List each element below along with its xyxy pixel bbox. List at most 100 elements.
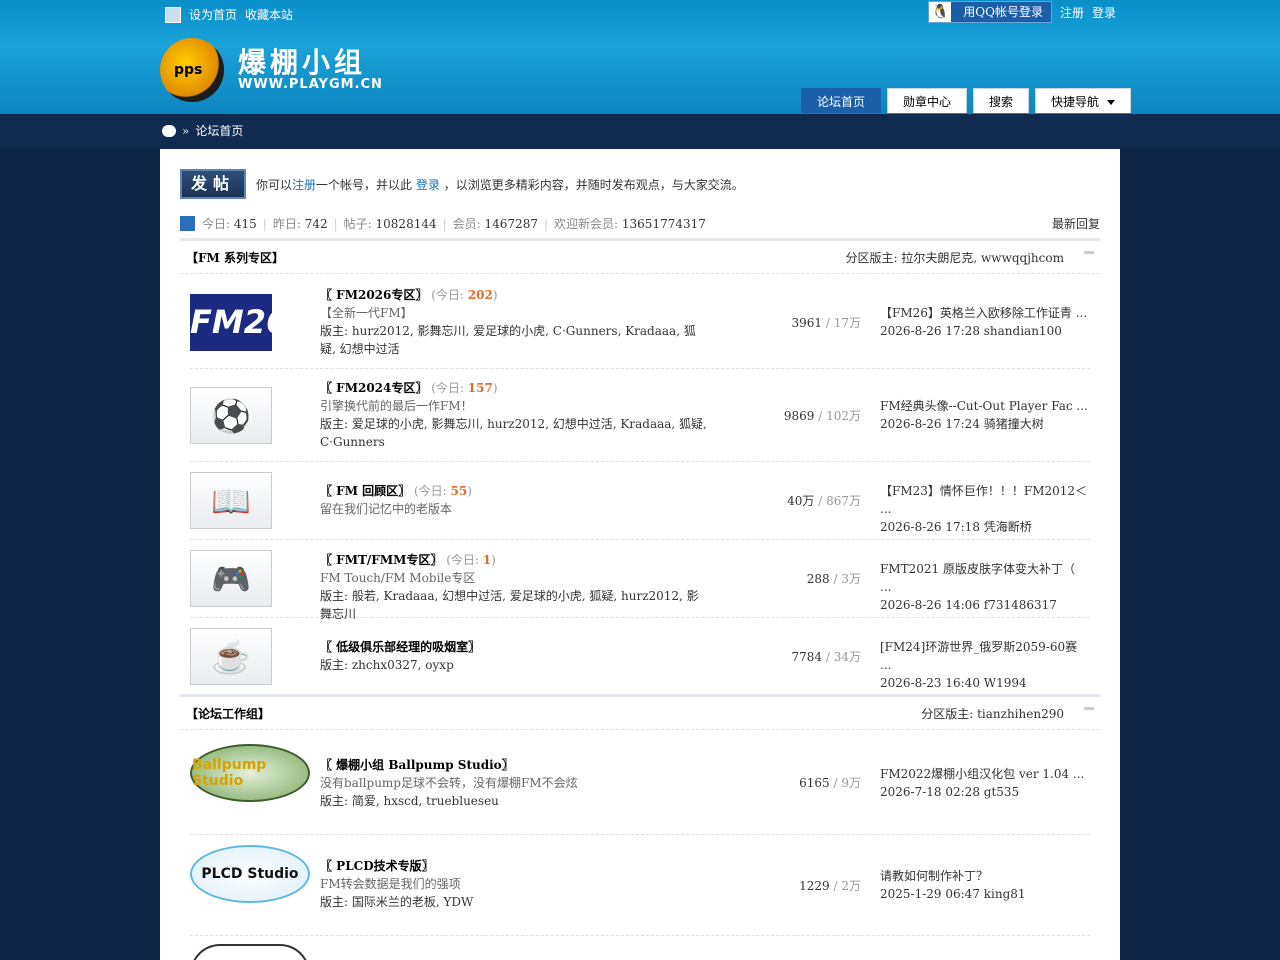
forum-row: 📖 〖 FM 回顾区〗 (今日: 55) 留在我们记忆中的老版本 40万 / 8… (190, 462, 1090, 540)
soccer-ball-icon[interactable]: ⚽ (190, 387, 272, 444)
msg-login-link[interactable]: 登录 (416, 178, 440, 192)
topic-count: 6165 (799, 776, 830, 790)
forum-row: Ballpump Studio 〖 爆棚小组 Ballpump Studio〗 … (190, 734, 1090, 835)
last-post-title[interactable]: FM2022爆棚小组汉化包 ver 1.04 ... (880, 767, 1084, 781)
forum-desc: FM Touch/FM Mobile专区 (320, 571, 476, 585)
latest-reply-link[interactable]: 最新回复 (1052, 215, 1100, 232)
forum-info: 〖 爆棚小组 Ballpump Studio〗 没有ballpump足球不会转，… (320, 756, 710, 810)
breadcrumb-forum-home[interactable]: 论坛首页 (195, 122, 243, 139)
stat-today: 415 (233, 216, 257, 231)
last-post-title[interactable]: FM经典头像--Cut-Out Player Fac ... (880, 399, 1088, 413)
forum-counts: 7784 / 34万 (792, 648, 862, 665)
topic-count: 9869 (783, 409, 815, 423)
forum-name[interactable]: 〖 FM2026专区〗 (320, 288, 427, 302)
stat-yesterday-label: 昨日: (272, 217, 301, 231)
last-post-title[interactable]: 【FM26】英格兰入欧移除工作证青 ... (880, 306, 1087, 320)
forum-counts: 9869 / 102万 (784, 407, 861, 424)
stat-posts: 10828144 (375, 216, 437, 231)
post-total: / 2万 (829, 879, 862, 893)
last-post-title[interactable]: 请教如何制作补丁？ (880, 869, 988, 883)
msg-mid: 一个帐号，并以此 (316, 177, 413, 192)
post-total: / 34万 (822, 650, 861, 664)
forum-mods: 版主: 简爱, hxscd, trueblueseu (320, 794, 499, 808)
nav-tab-forum-home[interactable]: 论坛首页 (801, 88, 882, 114)
topic-count: 1229 (799, 879, 830, 893)
forum-desc: FM转会数据是我们的强项 (320, 877, 461, 891)
book-coffee-icon[interactable]: ☕ (190, 628, 272, 685)
forum-name[interactable]: 〖 FMT/FMM专区〗 (320, 553, 442, 567)
last-post-title[interactable]: FMT2021 原版皮肤字体变大补丁（ ... (880, 562, 1075, 594)
last-post: 【FM26】英格兰入欧移除工作证青 ... 2026-8-26 17:28 sh… (880, 304, 1090, 340)
forum-name[interactable]: 〖 FM 回顾区〗 (320, 484, 410, 498)
today-count: 55 (450, 484, 468, 498)
nav-tab-search[interactable]: 搜索 (973, 88, 1030, 114)
forum-info: 〖 FM2024专区〗 (今日: 157) 引擎换代前的最后一作FM！ 版主: … (320, 379, 710, 451)
forum-counts: 40万 / 867万 (787, 492, 861, 509)
forum-row: FM26 〖 FM2026专区〗 (今日: 202) 【全新一代FM】 版主: … (190, 276, 1090, 369)
set-homepage-link[interactable]: 设为首页 (189, 6, 237, 23)
stat-posts-label: 帖子: (343, 217, 372, 231)
old-book-icon[interactable]: 📖 (190, 472, 272, 529)
last-post: FM2022爆棚小组汉化包 ver 1.04 ... 2026-7-18 02:… (880, 765, 1090, 801)
newest-member-link[interactable]: 13651774317 (622, 217, 706, 231)
home-bubble-icon (162, 124, 176, 137)
forum-counts: 288 / 3万 (807, 570, 861, 587)
qq-login-label: 用QQ帐号登录 (963, 5, 1043, 19)
register-link[interactable]: 注册 (1060, 4, 1084, 21)
forum-row: 🎮 〖 FMT/FMM专区〗 (今日: 1) FM Touch/FM Mobil… (190, 540, 1090, 621)
fm26-logo-icon[interactable]: FM26 (190, 294, 288, 351)
forum-name[interactable]: 〖 爆棚小组 Ballpump Studio〗 (320, 758, 514, 772)
today-count: 1 (482, 553, 492, 567)
main-nav: 论坛首页 勋章中心 搜索 快捷导航 (801, 88, 1132, 114)
topic-count: 3961 (791, 316, 823, 330)
category-title[interactable]: 【FM 系列专区】 (186, 249, 284, 266)
bookmark-link[interactable]: 收藏本站 (245, 6, 293, 23)
gamepad-icon[interactable]: 🎮 (190, 550, 272, 607)
collapse-icon[interactable] (1084, 707, 1094, 710)
login-link[interactable]: 登录 (1092, 4, 1116, 21)
plcd-studio-logo-icon[interactable]: PLCD Studio (190, 845, 310, 903)
forum-desc: 【全新一代FM】 (320, 306, 413, 320)
forum-mods: 版主: 爱足球的小虎, 影舞忘川, hurz2012, 幻想中过活, Krada… (320, 417, 707, 449)
forum-mods: 版主: hurz2012, 影舞忘川, 爱足球的小虎, C·Gunners, K… (320, 324, 696, 356)
nav-tab-quick-nav[interactable]: 快捷导航 (1035, 88, 1132, 114)
ballpump-studio-logo-icon[interactable]: Ballpump Studio (190, 744, 310, 802)
forum-stats: 今日: 415 | 昨日: 742 | 帖子: 10828144 | 会员: 1… (180, 215, 1100, 232)
category-title[interactable]: 【论坛工作组】 (186, 705, 270, 722)
site-logo[interactable]: pps 爆棚小组 WWW.PLAYGM.CN (160, 38, 383, 102)
partial-forum-icon (190, 944, 310, 960)
post-total: / 17万 (822, 316, 861, 330)
breadcrumb: » 论坛首页 (162, 122, 243, 139)
today-label: (今日: (431, 381, 468, 395)
stat-members: 1467287 (484, 216, 538, 231)
last-post-title[interactable]: 【FM23】情怀巨作！！！FM2012＜ ... (880, 484, 1087, 516)
forum-name[interactable]: 〖 PLCD技术专版〗 (320, 859, 434, 873)
last-post: [FM24]环游世界_俄罗斯2059-60赛 ... 2026-8-23 16:… (880, 638, 1090, 692)
forum-info: 〖 低级俱乐部经理的吸烟室〗 版主: zhchx0327, oyxp (320, 638, 710, 674)
category-header-fm-series: 【FM 系列专区】 分区版主: 拉尔夫朗尼克, wwwqqjhcom (180, 238, 1100, 274)
set-homepage-icon (165, 6, 181, 23)
post-row: 发帖 你可以注册一个帐号，并以此 登录 ，以浏览更多精彩内容，并随时发布观点，与… (180, 169, 744, 199)
category-header-staff: 【论坛工作组】 分区版主: tianzhihen290 (180, 694, 1100, 730)
last-post-title[interactable]: [FM24]环游世界_俄罗斯2059-60赛 ... (880, 640, 1077, 672)
forum-name[interactable]: 〖 低级俱乐部经理的吸烟室〗 (320, 640, 480, 654)
main-content: 发帖 你可以注册一个帐号，并以此 登录 ，以浏览更多精彩内容，并随时发布观点，与… (160, 149, 1120, 960)
qq-login-button[interactable]: 🐧 用QQ帐号登录 (928, 1, 1052, 23)
forum-name[interactable]: 〖 FM2024专区〗 (320, 381, 427, 395)
today-label: (今日: (446, 553, 483, 567)
logo-title: 爆棚小组 (238, 45, 367, 79)
msg-register-link[interactable]: 注册 (292, 178, 316, 192)
post-total: / 9万 (829, 776, 862, 790)
chevron-down-icon (1107, 100, 1116, 105)
new-post-button[interactable]: 发帖 (180, 169, 246, 199)
last-post-meta: 2026-8-26 17:18 凭海断桥 (880, 520, 1032, 534)
header: 设为首页 收藏本站 🐧 用QQ帐号登录 注册 登录 pps 爆棚小组 WWW.P… (0, 0, 1280, 114)
forum-info: 〖 FMT/FMM专区〗 (今日: 1) FM Touch/FM Mobile专… (320, 551, 710, 623)
collapse-icon[interactable] (1084, 251, 1094, 254)
forum-row: ☕ 〖 低级俱乐部经理的吸烟室〗 版主: zhchx0327, oyxp 778… (190, 618, 1090, 694)
qq-penguin-icon: 🐧 (929, 2, 952, 22)
logo-url: WWW.PLAYGM.CN (238, 76, 383, 92)
today-end: ) (467, 484, 472, 498)
nav-tab-medals[interactable]: 勋章中心 (887, 88, 968, 114)
forum-info: 〖 PLCD技术专版〗 FM转会数据是我们的强项 版主: 国际米兰的老板, YD… (320, 857, 710, 911)
